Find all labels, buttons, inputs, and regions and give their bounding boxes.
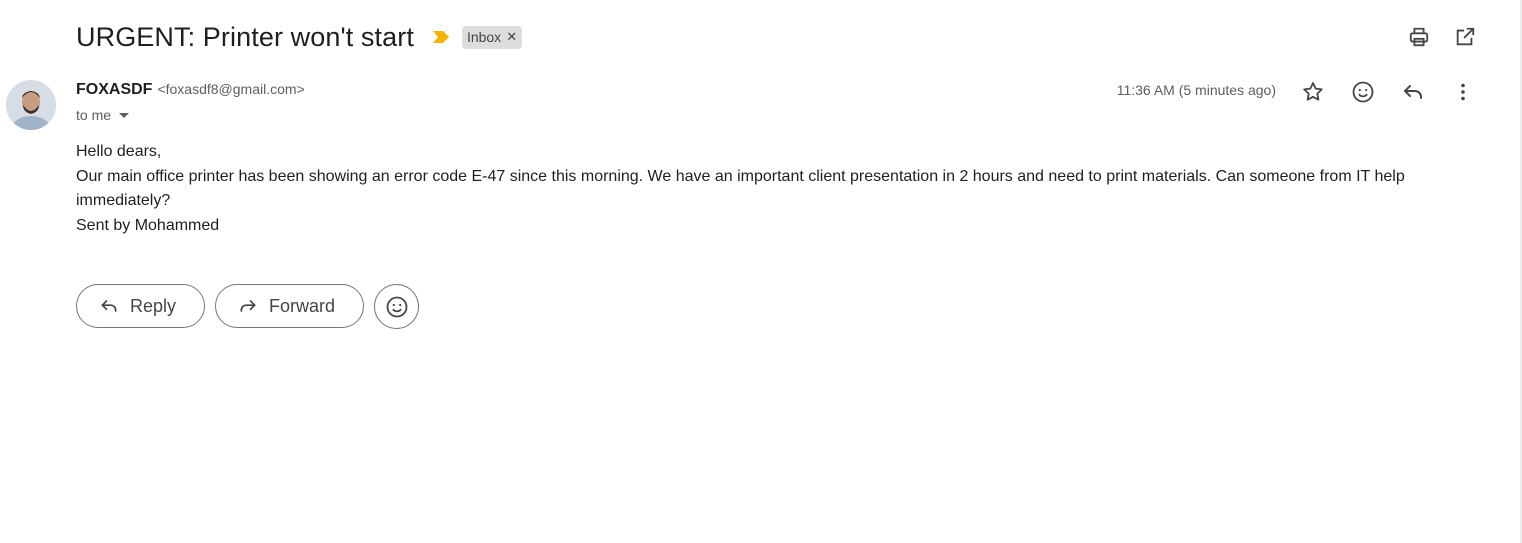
sender-line: FOXASDF <foxasdf8@gmail.com> — [76, 81, 305, 99]
chevron-down-icon[interactable] — [119, 112, 130, 118]
bottom-actions: Reply Forward — [76, 284, 420, 329]
recipient-text: to me — [76, 107, 112, 123]
remove-label-icon[interactable]: ✕ — [506, 29, 517, 45]
open-in-new-window-icon[interactable] — [1452, 24, 1478, 50]
reply-button[interactable]: Reply — [76, 284, 206, 328]
star-icon[interactable] — [1300, 79, 1326, 105]
forward-button[interactable]: Forward — [215, 284, 365, 328]
sender-avatar[interactable] — [6, 80, 56, 130]
importance-marker-icon[interactable] — [432, 30, 450, 44]
sender-email: <foxasdf8@gmail.com> — [157, 81, 305, 97]
body-paragraph: Our main office printer has been showing… — [76, 167, 1405, 210]
emoji-icon — [386, 296, 407, 317]
top-actions — [1406, 24, 1478, 50]
forward-button-label: Forward — [269, 295, 336, 316]
emoji-reaction-button[interactable] — [374, 284, 420, 329]
message-actions — [1300, 79, 1476, 105]
reply-icon — [99, 296, 119, 316]
label-text: Inbox — [466, 28, 502, 45]
email-view: URGENT: Printer won't start Inbox ✕ FOXA… — [0, 0, 1522, 543]
sender-name[interactable]: FOXASDF — [76, 81, 152, 99]
emoji-icon[interactable] — [1350, 79, 1376, 105]
inbox-label-chip: Inbox ✕ — [461, 25, 523, 49]
reply-button-label: Reply — [130, 295, 177, 316]
forward-icon — [238, 296, 258, 316]
email-subject: URGENT: Printer won't start — [76, 21, 414, 52]
print-icon[interactable] — [1406, 24, 1432, 50]
reply-icon[interactable] — [1400, 79, 1426, 105]
email-body: Hello dears, Our main office printer has… — [76, 140, 1456, 238]
email-timestamp: 11:36 AM (5 minutes ago) — [1116, 82, 1276, 98]
body-paragraph: Hello dears, — [76, 143, 162, 160]
more-vert-icon[interactable] — [1450, 79, 1476, 105]
body-paragraph: Sent by Mohammed — [76, 216, 220, 234]
subject-row: URGENT: Printer won't start Inbox ✕ — [76, 18, 523, 56]
recipient-line: to me — [76, 107, 130, 123]
